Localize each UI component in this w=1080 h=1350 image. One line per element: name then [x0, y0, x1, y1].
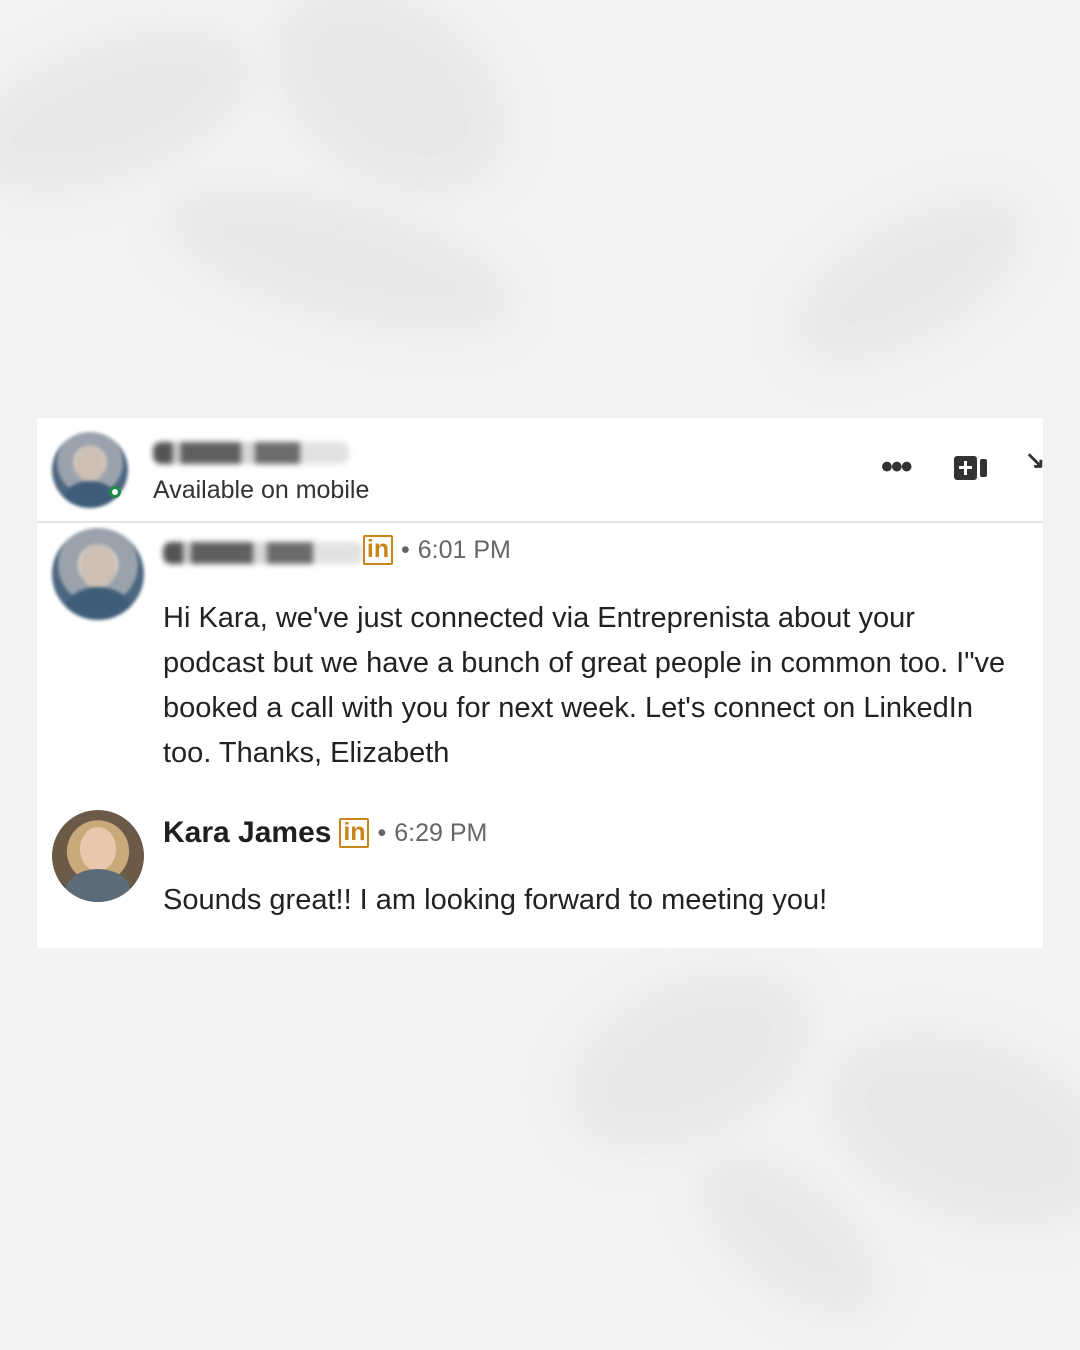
avatar-face — [79, 826, 117, 871]
online-status-icon — [109, 486, 121, 498]
sender-avatar[interactable] — [52, 810, 144, 902]
message-time: 6:29 PM — [394, 818, 488, 847]
background-leaf — [538, 932, 842, 1188]
message-meta: Kara James in • 6:29 PM — [163, 816, 487, 850]
video-camera-shape — [954, 456, 977, 480]
background-leaf — [767, 163, 1053, 397]
video-lens-shape — [980, 459, 987, 477]
message-conversation-card: Available on mobile ••• ↘ in • 6:01 PM H… — [37, 418, 1045, 948]
redacted-sender-name[interactable] — [163, 542, 363, 564]
linkedin-icon[interactable]: in — [339, 818, 370, 848]
availability-status: Available on mobile — [153, 476, 370, 504]
sender-avatar[interactable] — [52, 528, 144, 620]
sender-name[interactable]: Kara James — [163, 816, 331, 850]
video-call-icon[interactable] — [954, 456, 988, 480]
message-meta: in • 6:01 PM — [363, 535, 511, 565]
meta-separator: • — [401, 535, 410, 564]
redacted-contact-name[interactable] — [153, 442, 349, 464]
message-text: Hi Kara, we've just connected via Entrep… — [163, 602, 1006, 769]
linkedin-icon[interactable]: in — [363, 535, 393, 565]
collapse-icon[interactable]: ↘ — [1025, 446, 1045, 475]
background-leaf — [150, 155, 530, 365]
message-time: 6:01 PM — [417, 535, 511, 564]
meta-separator: • — [377, 818, 387, 847]
avatar-body — [64, 586, 132, 620]
avatar-face — [79, 544, 117, 589]
message-text: Sounds great!! I am looking forward to m… — [163, 884, 828, 916]
avatar-body — [64, 868, 132, 902]
avatar-face — [74, 445, 106, 483]
conversation-header: Available on mobile ••• ↘ — [37, 418, 1045, 523]
more-icon[interactable]: ••• — [881, 450, 913, 484]
